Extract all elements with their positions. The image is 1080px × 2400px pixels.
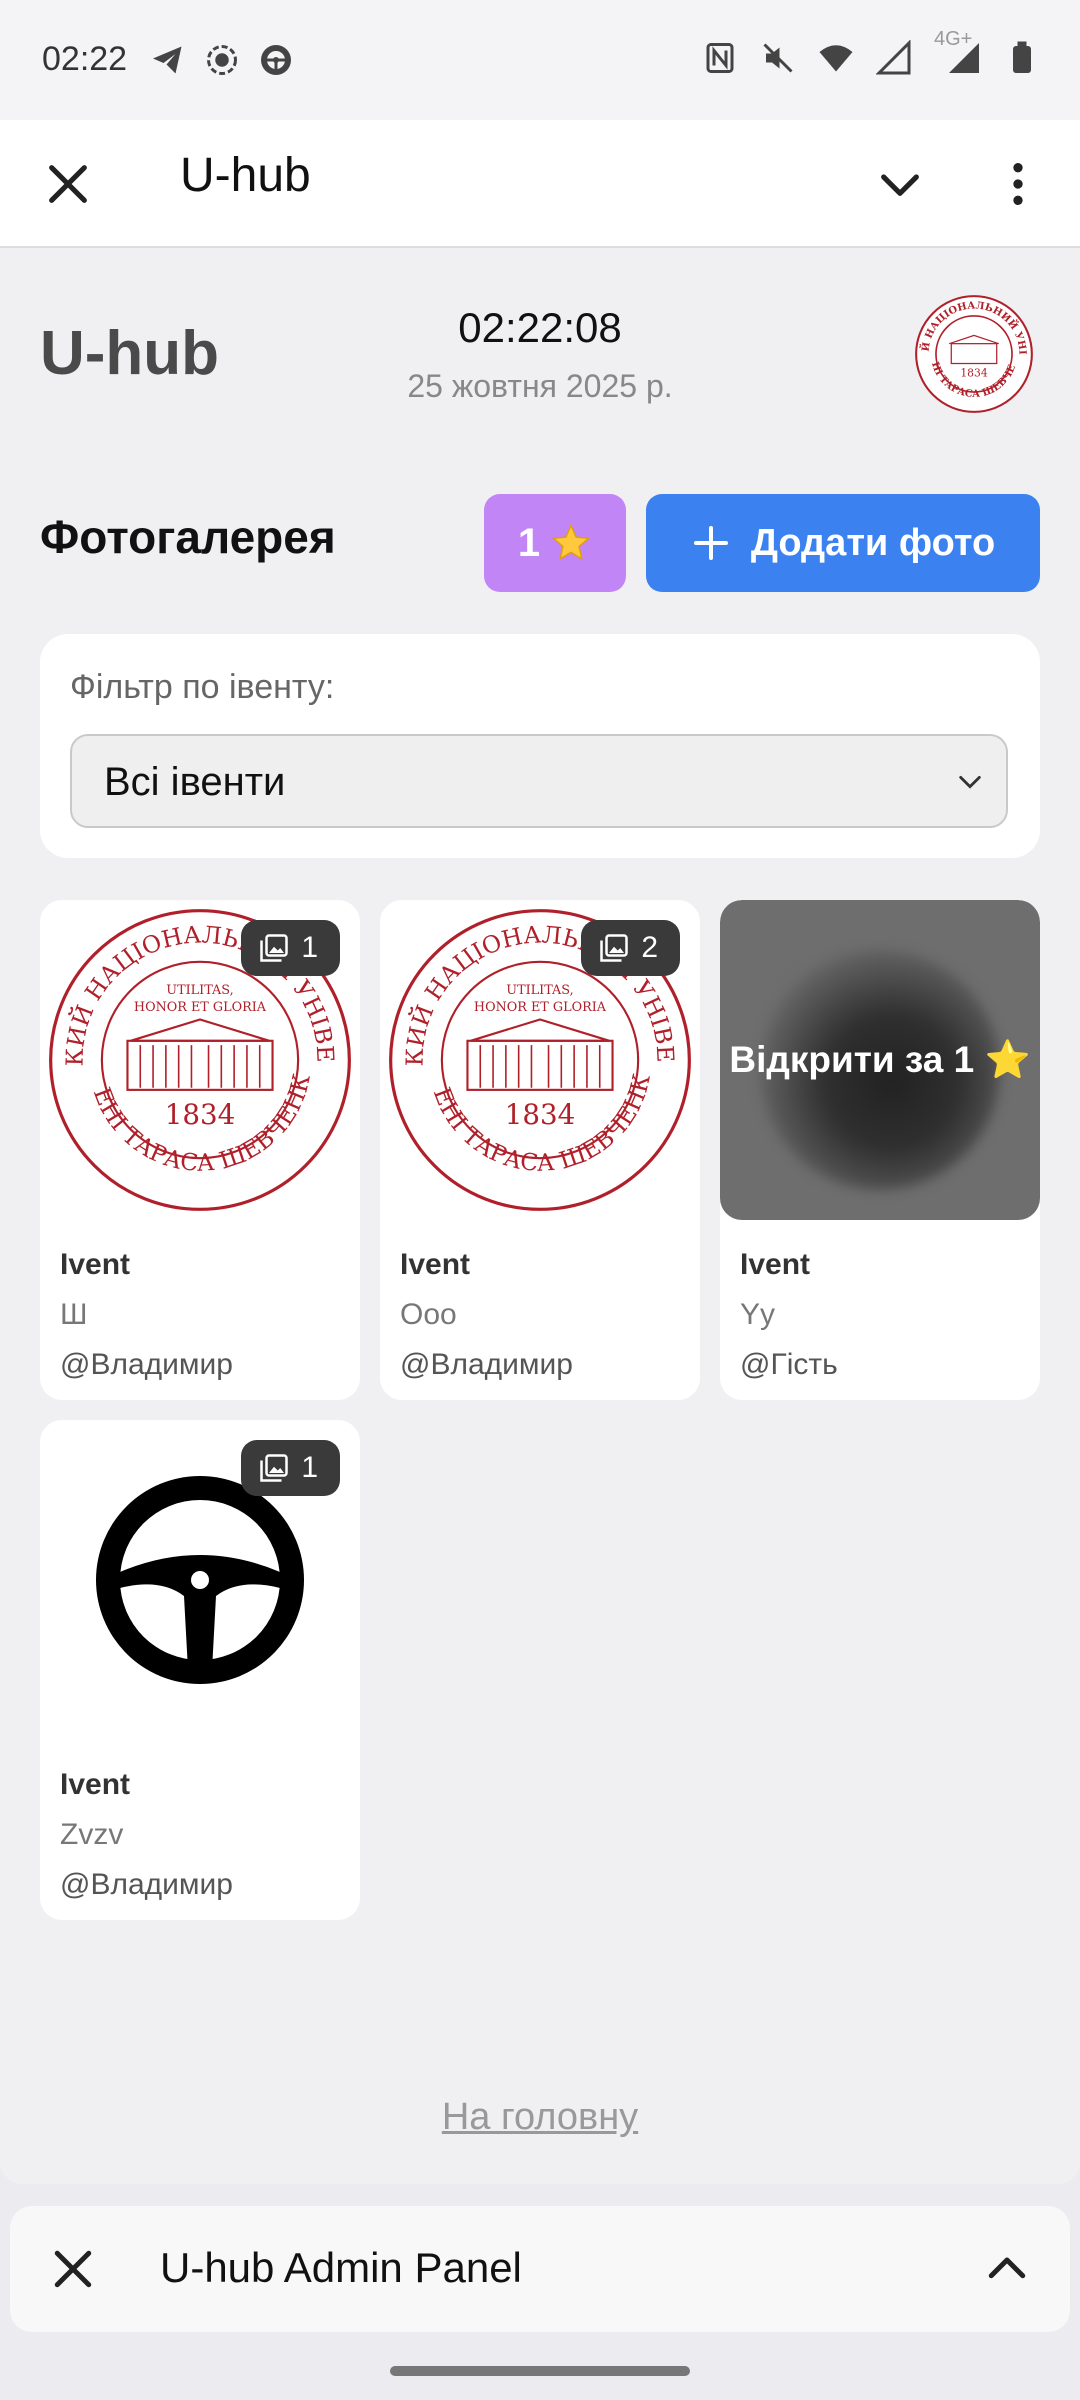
home-link[interactable]: На головну <box>0 2096 1080 2139</box>
card-event: Ivent <box>60 1248 131 1281</box>
gallery-icon <box>260 1454 289 1482</box>
card-author: @Гість <box>740 1348 838 1381</box>
signal-4g-icon: 4G+ <box>934 28 982 76</box>
photo-card[interactable]: 1 Ivent Zvzv @Владимир <box>40 1420 360 1920</box>
steering-wheel-icon <box>261 45 291 75</box>
card-caption: Ооо <box>400 1298 457 1331</box>
app-bar-title: U-hub <box>180 149 311 202</box>
event-filter-select[interactable]: Всі івенти <box>70 734 1008 828</box>
svg-text:1834: 1834 <box>960 367 987 380</box>
brand-title: U-hub <box>40 319 220 388</box>
photo-count-badge: 1 <box>241 920 340 976</box>
gallery-icon <box>600 934 629 962</box>
university-logo: КИЇВСЬКИЙ НАЦІОНАЛЬНИЙ УНІВЕРСИТЕТ ІМЕНІ… <box>912 292 1033 413</box>
record-icon <box>207 45 237 75</box>
mute-icon <box>763 43 793 73</box>
card-event: Ivent <box>60 1768 131 1801</box>
card-caption: Zvzv <box>60 1818 124 1851</box>
gallery-icon <box>260 934 289 962</box>
chevron-down-icon[interactable] <box>872 156 928 212</box>
more-vert-icon[interactable] <box>990 154 1046 214</box>
stars-count: 1 <box>517 520 541 565</box>
filter-card: Фільтр по івенту: Всі івенти <box>40 634 1040 858</box>
status-time: 02:22 <box>42 40 128 78</box>
close-icon[interactable] <box>46 2242 100 2296</box>
telegram-icon <box>153 46 182 74</box>
card-author: @Владимир <box>400 1348 573 1381</box>
filter-label: Фільтр по івенту: <box>70 668 335 706</box>
photo-count-badge: 1 <box>241 1440 340 1496</box>
filter-selected-value: Всі івенти <box>104 760 286 804</box>
add-photo-button[interactable]: Додати фото <box>646 494 1040 592</box>
status-left-icons <box>150 42 294 78</box>
card-caption: Yy <box>740 1298 776 1331</box>
close-icon[interactable] <box>40 156 96 212</box>
header-clock: 02:22:08 <box>458 304 622 351</box>
card-author: @Владимир <box>60 1868 233 1901</box>
header-date: 25 жовтня 2025 р. <box>407 368 673 404</box>
svg-text:UTILITAS,: UTILITAS, <box>166 983 233 998</box>
photo-card[interactable]: КИЇВСЬКИЙ НАЦІОНАЛЬНИЙ УНІВЕРСИТЕТ ІМЕНІ… <box>40 900 360 1400</box>
svg-text:UTILITAS,: UTILITAS, <box>506 983 573 998</box>
svg-text:HONOR ET GLORIA: HONOR ET GLORIA <box>134 1000 267 1015</box>
card-author: @Владимир <box>60 1348 233 1381</box>
bottom-panel-title: U-hub Admin Panel <box>160 2244 522 2291</box>
photo-count: 2 <box>641 931 658 964</box>
nfc-icon <box>706 43 734 73</box>
wifi-icon <box>819 45 853 72</box>
svg-text:1834: 1834 <box>165 1098 236 1131</box>
stars-balance-button[interactable]: 1 <box>484 494 626 592</box>
webview-content: U-hub 02:22:08 25 жовтня 2025 р. КИЇВСЬК… <box>0 248 1080 2184</box>
chevron-up-icon[interactable] <box>980 2242 1034 2296</box>
add-photo-label: Додати фото <box>750 521 996 564</box>
photo-count: 1 <box>301 931 318 964</box>
unlock-label: Відкрити за 1 ⭐ <box>729 1038 1031 1080</box>
status-bar: 02:22 4G+ <box>0 0 1080 120</box>
photo-count-badge: 2 <box>581 920 680 976</box>
status-right-icons: 4G+ <box>702 28 1040 76</box>
star-icon <box>551 523 591 561</box>
card-event: Ivent <box>740 1248 811 1281</box>
plus-icon <box>693 526 728 560</box>
gallery-title: Фотогалерея <box>40 511 336 563</box>
gesture-nav-handle[interactable] <box>390 2366 690 2376</box>
app-bar: U-hub <box>0 120 1080 248</box>
photo-count: 1 <box>301 1451 318 1484</box>
card-caption: Ш <box>60 1298 88 1331</box>
photo-card[interactable]: КИЇВСЬКИЙ НАЦІОНАЛЬНИЙ УНІВЕРСИТЕТ ІМЕНІ… <box>380 900 700 1400</box>
card-event: Ivent <box>400 1248 471 1281</box>
locked-photo-preview[interactable]: Відкрити за 1 ⭐ <box>720 900 1040 1220</box>
svg-text:HONOR ET GLORIA: HONOR ET GLORIA <box>474 1000 607 1015</box>
svg-text:1834: 1834 <box>505 1098 576 1131</box>
photo-card-locked[interactable]: Відкрити за 1 ⭐ Ivent Yy @Гість <box>720 900 1040 1400</box>
bottom-panel: U-hub Admin Panel <box>10 2206 1070 2332</box>
chevron-down-icon <box>959 775 981 789</box>
battery-icon <box>1013 41 1031 73</box>
signal-icon <box>876 40 911 75</box>
